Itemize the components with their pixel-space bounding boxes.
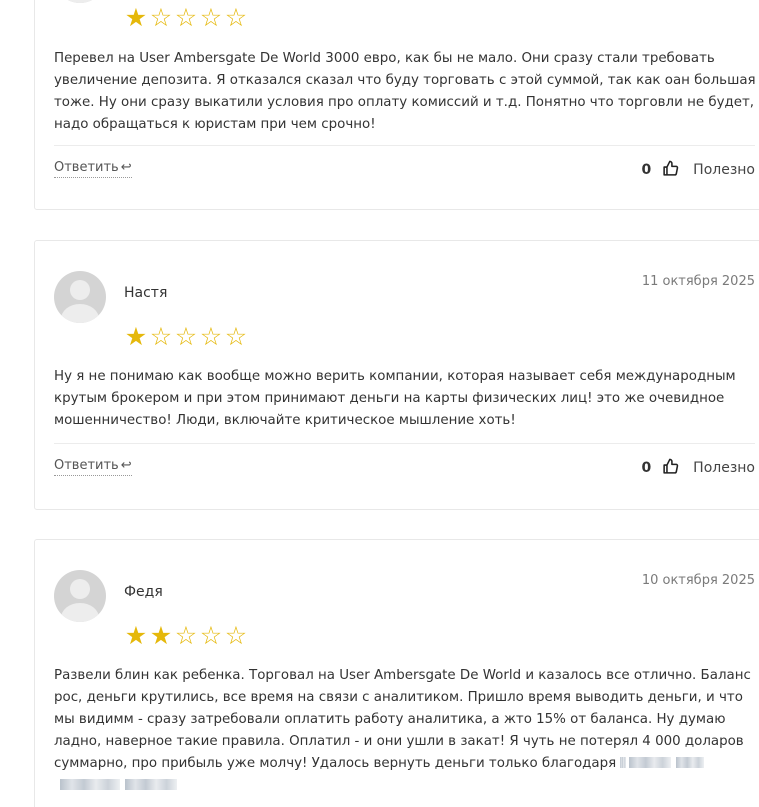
redacted-text — [629, 757, 672, 768]
useful-count: 0 — [641, 162, 652, 178]
star-empty-icon: ☆ — [149, 322, 174, 351]
star-empty-icon: ☆ — [224, 3, 249, 32]
divider — [54, 443, 755, 444]
divider — [54, 145, 755, 146]
review-date: 10 октября 2025 — [641, 573, 755, 588]
review-card: Настя 11 октября 2025 ★☆☆☆☆ Ну я не пони… — [34, 240, 759, 510]
redacted-text — [620, 757, 627, 768]
review-text: Развели блин как ребенка. Торговал на Us… — [54, 665, 759, 797]
reply-link[interactable]: Ответить ↩ — [54, 160, 132, 178]
star-filled-icon: ★ — [149, 621, 174, 650]
useful-label: Полезно — [693, 460, 755, 476]
avatar — [54, 0, 106, 3]
useful-rating: 0 Полезно — [642, 458, 755, 479]
thumbs-up-icon[interactable] — [662, 160, 679, 181]
reply-link[interactable]: Ответить ↩ — [54, 458, 132, 476]
useful-rating: 0 Полезно — [642, 160, 755, 181]
review-date: 11 октября 2025 — [641, 274, 755, 289]
star-empty-icon: ☆ — [174, 3, 199, 32]
rating-stars: ★★☆☆☆ — [124, 623, 249, 648]
star-empty-icon: ☆ — [174, 322, 199, 351]
star-empty-icon: ☆ — [199, 322, 224, 351]
useful-label: Полезно — [693, 162, 755, 178]
redacted-text — [676, 757, 705, 768]
review-card: ★☆☆☆☆ Перевел на User Ambersgate De Worl… — [34, 0, 759, 210]
star-empty-icon: ☆ — [149, 3, 174, 32]
star-filled-icon: ★ — [124, 322, 149, 351]
rating-stars: ★☆☆☆☆ — [124, 324, 249, 349]
star-empty-icon: ☆ — [199, 3, 224, 32]
reply-label: Ответить — [54, 458, 119, 473]
star-empty-icon: ☆ — [199, 621, 224, 650]
review-text: Ну я не понимаю как вообще можно верить … — [54, 369, 736, 428]
avatar — [54, 570, 106, 622]
reply-arrow-icon: ↩ — [120, 160, 132, 175]
star-empty-icon: ☆ — [224, 621, 249, 650]
review-header: Федя 10 октября 2025 — [54, 570, 755, 622]
review-card: Федя 10 октября 2025 ★★☆☆☆ Развели блин … — [34, 539, 759, 807]
useful-count: 0 — [641, 460, 652, 476]
author-name: Федя — [124, 584, 163, 600]
review-text: Перевел на User Ambersgate De World 3000… — [54, 51, 756, 132]
avatar — [54, 271, 106, 323]
review-header: Настя 11 октября 2025 — [54, 271, 755, 323]
reply-label: Ответить — [54, 160, 119, 175]
redacted-text — [60, 779, 120, 790]
star-filled-icon: ★ — [124, 621, 149, 650]
review-text-content: Развели блин как ребенка. Торговал на Us… — [54, 668, 751, 771]
author-name: Настя — [124, 285, 168, 301]
redacted-text — [125, 779, 177, 790]
reply-arrow-icon: ↩ — [120, 458, 132, 473]
star-empty-icon: ☆ — [174, 621, 199, 650]
star-empty-icon: ☆ — [224, 322, 249, 351]
thumbs-up-icon[interactable] — [662, 458, 679, 479]
rating-stars: ★☆☆☆☆ — [124, 5, 249, 30]
reviews-list: ★☆☆☆☆ Перевел на User Ambersgate De Worl… — [0, 0, 759, 807]
star-filled-icon: ★ — [124, 3, 149, 32]
